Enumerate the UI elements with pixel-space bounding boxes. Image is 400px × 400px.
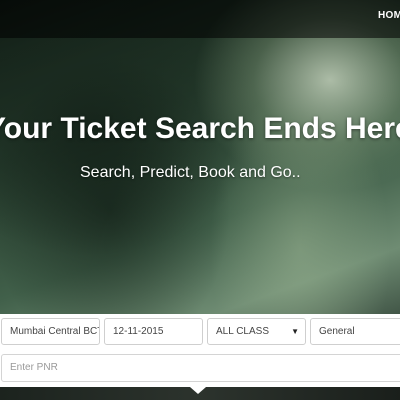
chevron-down-icon: ▼	[291, 327, 299, 336]
station-field[interactable]: Mumbai Central BCT	[1, 318, 100, 345]
pnr-input[interactable]: Enter PNR	[1, 354, 400, 382]
search-form: Mumbai Central BCT 12-11-2015 ALL CLASS …	[0, 314, 400, 351]
class-select-value: ALL CLASS	[216, 326, 269, 337]
nav-home-link[interactable]: HOME	[378, 10, 400, 21]
hero-subline: Search, Predict, Book and Go..	[80, 164, 301, 181]
pnr-form: Enter PNR	[0, 351, 400, 387]
class-select[interactable]: ALL CLASS ▼	[207, 318, 306, 345]
date-field[interactable]: 12-11-2015	[104, 318, 203, 345]
hero-headline: Your Ticket Search Ends Here	[0, 112, 400, 145]
top-navbar: HOME	[0, 0, 400, 38]
down-pointer-icon	[190, 387, 206, 394]
quota-select[interactable]: General	[310, 318, 400, 345]
